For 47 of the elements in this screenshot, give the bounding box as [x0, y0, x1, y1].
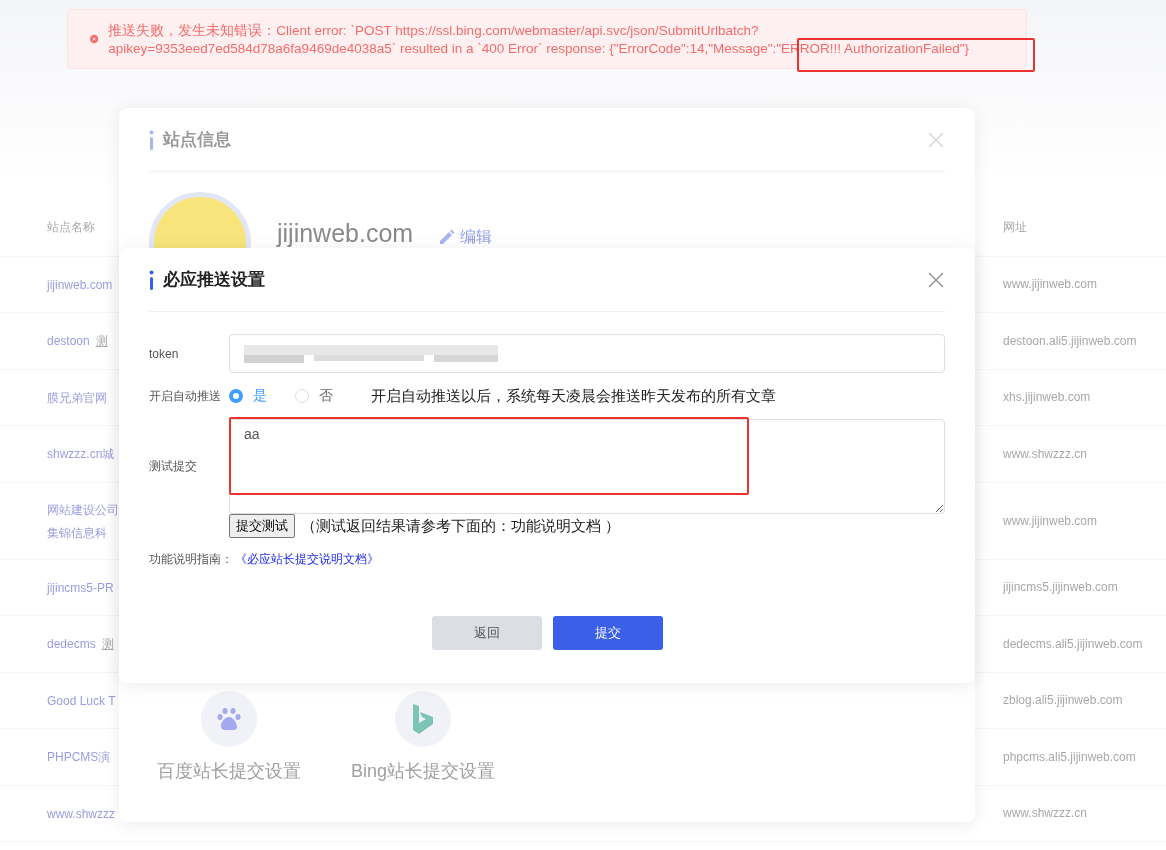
field-label: token [149, 346, 180, 361]
error-icon [90, 32, 99, 46]
tag-text: 测 [95, 334, 108, 349]
site-url: xhs.jijinweb.com [1003, 390, 1092, 405]
site-name: jijinweb.com [277, 218, 414, 248]
field-label: 开启自动推送 [149, 387, 222, 405]
close-icon[interactable] [927, 270, 945, 289]
dialog-title: 必应推送设置 [163, 269, 265, 291]
token-field[interactable] [229, 334, 945, 373]
site-url: phpcms.ali5.jijinweb.com [1003, 749, 1137, 764]
tag-text: 测 [101, 637, 114, 652]
site-url: jijincms5.jijinweb.com [1003, 580, 1119, 595]
site-name: jijinweb.com [47, 278, 113, 293]
radio-option[interactable]: 否 [295, 387, 333, 405]
column-header: 网址 [1003, 219, 1028, 237]
site-name: www.shwzzz [47, 807, 115, 822]
column-header: 站点名称 [47, 219, 96, 237]
info-icon [149, 269, 154, 290]
site-name: jijincms5-PR [47, 581, 114, 596]
site-url: www.shwzzz.cn [1003, 446, 1089, 461]
bing-logo-icon[interactable] [412, 704, 434, 734]
site-name: destoon [47, 334, 90, 349]
site-name: dedecms [47, 637, 96, 652]
test-submit-button[interactable]: 提交测试 [229, 514, 295, 538]
submit-button[interactable]: 提交 [552, 616, 663, 650]
field-label: 功能说明指南： [149, 550, 233, 568]
pencil-icon [439, 229, 456, 245]
hint-text: 开启自动推送以后，系统每天凌晨会推送昨天发布的所有文章 [371, 386, 776, 406]
note-text: （测试返回结果请参考下面的：功能说明文档 ） [301, 516, 621, 536]
site-url: destoon.ali5.jijinweb.com [1003, 333, 1138, 348]
site-url: www.jijinweb.com [1003, 277, 1099, 292]
site-url: dedecms.ali5.jijinweb.com [1003, 636, 1144, 651]
site-name: PHPCMS演 [47, 750, 111, 765]
site-name: Good Luck T [47, 694, 116, 709]
site-name: shwzzz.cn城 [47, 447, 115, 462]
info-icon [149, 129, 154, 150]
site-name: 网站建设公司 [47, 502, 119, 517]
site-url: www.jijinweb.com [1003, 513, 1099, 528]
site-url: www.shwzzz.cn [1003, 806, 1089, 821]
field-label: 测试提交 [149, 458, 198, 475]
guide-link[interactable]: 《必应站长提交说明文档》 [235, 550, 379, 568]
dialog-title: 站点信息 [163, 129, 231, 151]
back-button[interactable]: 返回 [431, 616, 542, 650]
site-name: 集锦信息科 [47, 525, 107, 540]
paw-icon[interactable] [216, 706, 242, 732]
site-url: zblog.ali5.jijinweb.com [1003, 693, 1124, 708]
site-name: 膜兄弟官网 [47, 390, 107, 405]
